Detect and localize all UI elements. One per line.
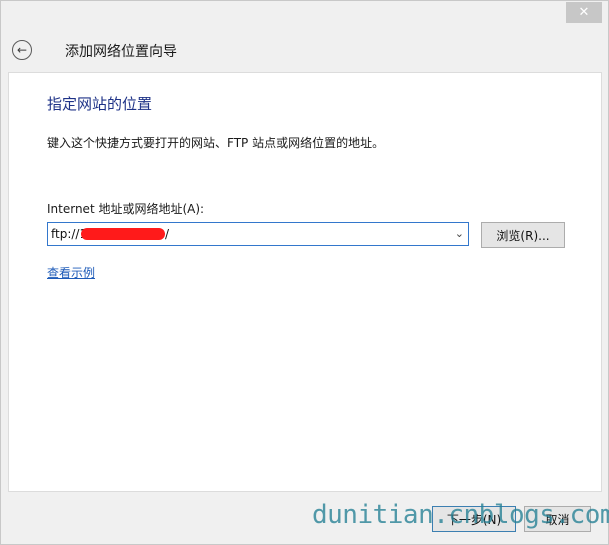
address-combobox[interactable]: ftp://1 / ⌄ (47, 222, 469, 246)
page-heading: 指定网站的位置 (47, 95, 153, 113)
view-examples-link[interactable]: 查看示例 (47, 264, 95, 281)
address-label: Internet 地址或网络地址(A): (47, 202, 205, 216)
address-suffix: / (165, 227, 170, 241)
wizard-header: ← 添加网络位置向导 (1, 27, 608, 71)
wizard-title: 添加网络位置向导 (65, 44, 177, 60)
cancel-button[interactable]: 取消 (524, 506, 591, 532)
close-button[interactable]: ✕ (566, 2, 602, 23)
next-button[interactable]: 下一步(N) (432, 506, 516, 532)
back-arrow-icon: ← (16, 43, 28, 57)
redaction-mark (81, 228, 165, 240)
browse-button[interactable]: 浏览(R)... (481, 222, 565, 248)
chevron-down-icon[interactable]: ⌄ (455, 227, 464, 240)
wizard-content: 指定网站的位置 键入这个快捷方式要打开的网站、FTP 站点或网络位置的地址。 I… (8, 72, 602, 492)
wizard-footer: 下一步(N) 取消 (1, 491, 608, 544)
wizard-window: ✕ ← 添加网络位置向导 指定网站的位置 键入这个快捷方式要打开的网站、FTP … (0, 0, 609, 545)
description-text: 键入这个快捷方式要打开的网站、FTP 站点或网络位置的地址。 (47, 136, 385, 150)
back-button[interactable]: ← (12, 40, 32, 60)
close-icon: ✕ (578, 5, 590, 20)
